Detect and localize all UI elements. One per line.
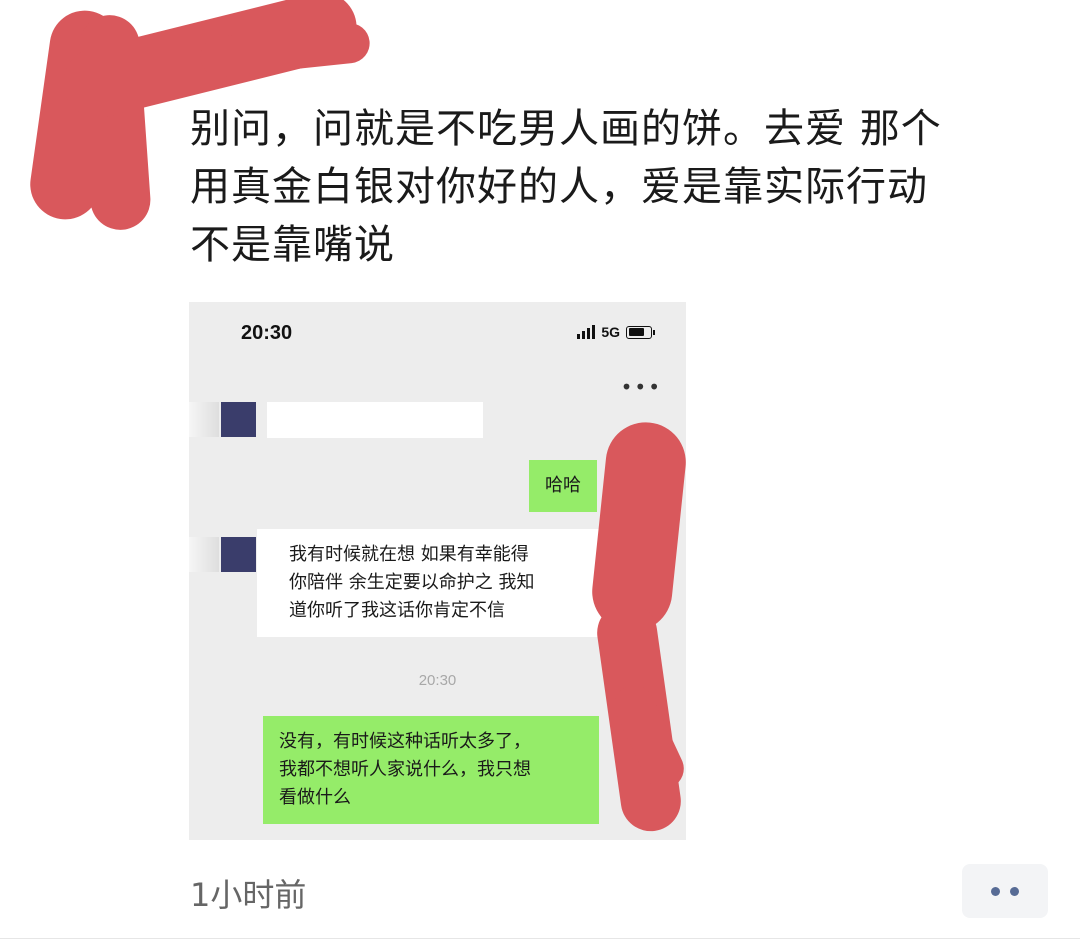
status-bar-right: 5G (577, 324, 655, 340)
post-timestamp: 1小时前 (190, 876, 307, 914)
comment-action-button[interactable] (962, 864, 1048, 918)
chat-bubble-right: 哈哈 (529, 460, 597, 512)
bubble-line: 道你听了我这话你肯定不信 (289, 600, 505, 621)
post-text: 别问，问就是不吃男人画的饼。去爱 那个 用真金白银对你好的人，爱是靠实际行动 不… (190, 100, 1050, 274)
avatar (221, 537, 256, 572)
post-text-line: 别问，问就是不吃男人画的饼。去爱 那个 (190, 106, 942, 152)
more-icon: ••• (620, 375, 662, 399)
post-text-line: 不是靠嘴说 (190, 222, 395, 268)
network-label: 5G (601, 324, 620, 340)
status-time: 20:30 (241, 322, 293, 344)
battery-icon (626, 325, 655, 339)
bubble-line: 你陪伴 余生定要以命护之 我知 (289, 572, 535, 593)
bubble-line: 我都不想听人家说什么，我只想 (279, 759, 531, 780)
bubble-line: 看做什么 (279, 787, 351, 808)
avatar-blur (189, 402, 219, 437)
bubble-line: 我有时候就在想 如果有幸能得 (289, 544, 529, 565)
avatar-blur (189, 537, 219, 572)
comment-dots-icon (991, 886, 1000, 896)
chat-bubble-left (267, 402, 483, 438)
post-text-line: 用真金白银对你好的人，爱是靠实际行动 (190, 164, 928, 210)
divider (0, 938, 1080, 939)
chat-screenshot-image[interactable]: 20:30 5G ••• 哈哈 我有时候就在想 如果有幸能得 你陪伴 余生定要以… (189, 302, 686, 840)
bubble-line: 没有，有时候这种话听太多了， (279, 731, 531, 752)
chat-bubble-left: 我有时候就在想 如果有幸能得 你陪伴 余生定要以命护之 我知 道你听了我这话你肯… (257, 529, 625, 637)
chat-bubble-right: 没有，有时候这种话听太多了， 我都不想听人家说什么，我只想 看做什么 (263, 716, 599, 824)
avatar (221, 402, 256, 437)
signal-icon (577, 325, 596, 339)
